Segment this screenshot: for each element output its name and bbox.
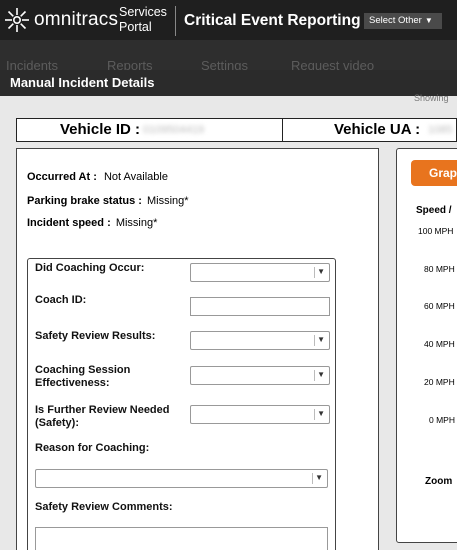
chevron-down-icon: ▼	[317, 370, 325, 379]
parking-brake-value: Missing*	[147, 195, 189, 207]
bg-showing-text: Showing	[414, 93, 449, 103]
further-review-select[interactable]: ▼	[190, 405, 330, 424]
occurred-at-value: Not Available	[103, 171, 168, 183]
chevron-down-icon: ▼	[317, 267, 325, 276]
speed-tick-20: 20 MPH	[424, 377, 455, 387]
omnitracs-logo-icon	[5, 8, 29, 32]
incident-speed-row: Incident speed : Missing*	[27, 217, 157, 229]
chevron-down-icon: ▼	[317, 335, 325, 344]
vehicle-id-label: Vehicle ID :	[60, 121, 141, 138]
select-divider	[314, 267, 315, 278]
speed-tick-80: 80 MPH	[424, 264, 455, 274]
header-divider	[175, 6, 176, 36]
did-coaching-occur-label: Did Coaching Occur:	[35, 262, 145, 274]
select-divider	[312, 473, 313, 484]
background-nav: Incidents Reports Settings Request video	[0, 40, 457, 73]
further-review-line2: (Safety):	[35, 417, 80, 429]
speed-axis-label: Speed /	[416, 205, 452, 216]
further-review-line1: Is Further Review Needed	[35, 404, 170, 416]
occurred-at-row: Occurred At : Not Available	[27, 171, 168, 183]
safety-review-comments-label: Safety Review Comments:	[35, 501, 173, 513]
vehicle-bar-separator	[282, 119, 283, 141]
portal-line1: Services	[119, 5, 167, 19]
top-header: omnitracs Services Portal Critical Event…	[0, 0, 457, 40]
chevron-down-icon: ▼	[317, 409, 325, 418]
speed-tick-40: 40 MPH	[424, 339, 455, 349]
occurred-at-label: Occurred At :	[27, 171, 97, 183]
brand-name: omnitracs	[34, 9, 119, 30]
select-divider	[314, 370, 315, 381]
coaching-effectiveness-line1: Coaching Session	[35, 364, 131, 376]
zoom-label: Zoom	[425, 476, 453, 487]
incident-speed-label: Incident speed :	[27, 217, 111, 229]
select-other-dropdown[interactable]: Select Other ▼	[364, 13, 442, 29]
reason-for-coaching-select[interactable]: ▼	[35, 469, 328, 488]
speed-tick-100: 100 MPH	[418, 226, 454, 236]
modal-titlebar: Manual Incident Details	[0, 70, 457, 96]
safety-review-comments-textarea[interactable]	[35, 527, 328, 550]
select-divider	[314, 335, 315, 346]
parking-brake-label: Parking brake status :	[27, 195, 142, 207]
modal-title: Manual Incident Details	[10, 75, 155, 90]
coach-id-input[interactable]	[190, 297, 330, 316]
coaching-effectiveness-line2: Effectiveness:	[35, 377, 110, 389]
safety-review-results-label: Safety Review Results:	[35, 330, 156, 342]
did-coaching-occur-select[interactable]: ▼	[190, 263, 330, 282]
select-other-label: Select Other	[369, 15, 422, 26]
portal-line2: Portal	[119, 20, 152, 34]
vehicle-id-value: 0109504419	[143, 124, 205, 136]
further-review-label: Is Further Review Needed (Safety):	[35, 404, 170, 430]
select-divider	[314, 409, 315, 420]
parking-brake-row: Parking brake status : Missing*	[27, 195, 189, 207]
speed-tick-0: 0 MPH	[429, 415, 455, 425]
coaching-effectiveness-select[interactable]: ▼	[190, 366, 330, 385]
vehicle-ua-value: 1085	[428, 124, 453, 136]
incident-speed-value: Missing*	[115, 217, 158, 229]
vehicle-ua-label: Vehicle UA :	[334, 121, 421, 138]
coach-id-label: Coach ID:	[35, 294, 87, 306]
safety-review-results-select[interactable]: ▼	[190, 331, 330, 350]
speed-tick-60: 60 MPH	[424, 301, 455, 311]
reason-for-coaching-label: Reason for Coaching:	[35, 442, 150, 454]
app-title: Critical Event Reporting	[184, 12, 361, 29]
services-portal-label: Services Portal	[119, 5, 167, 35]
chevron-down-icon: ▼	[315, 473, 323, 482]
chevron-down-icon: ▼	[424, 16, 433, 25]
graph-button[interactable]: Grap	[411, 160, 457, 186]
coaching-effectiveness-label: Coaching Session Effectiveness:	[35, 364, 130, 390]
